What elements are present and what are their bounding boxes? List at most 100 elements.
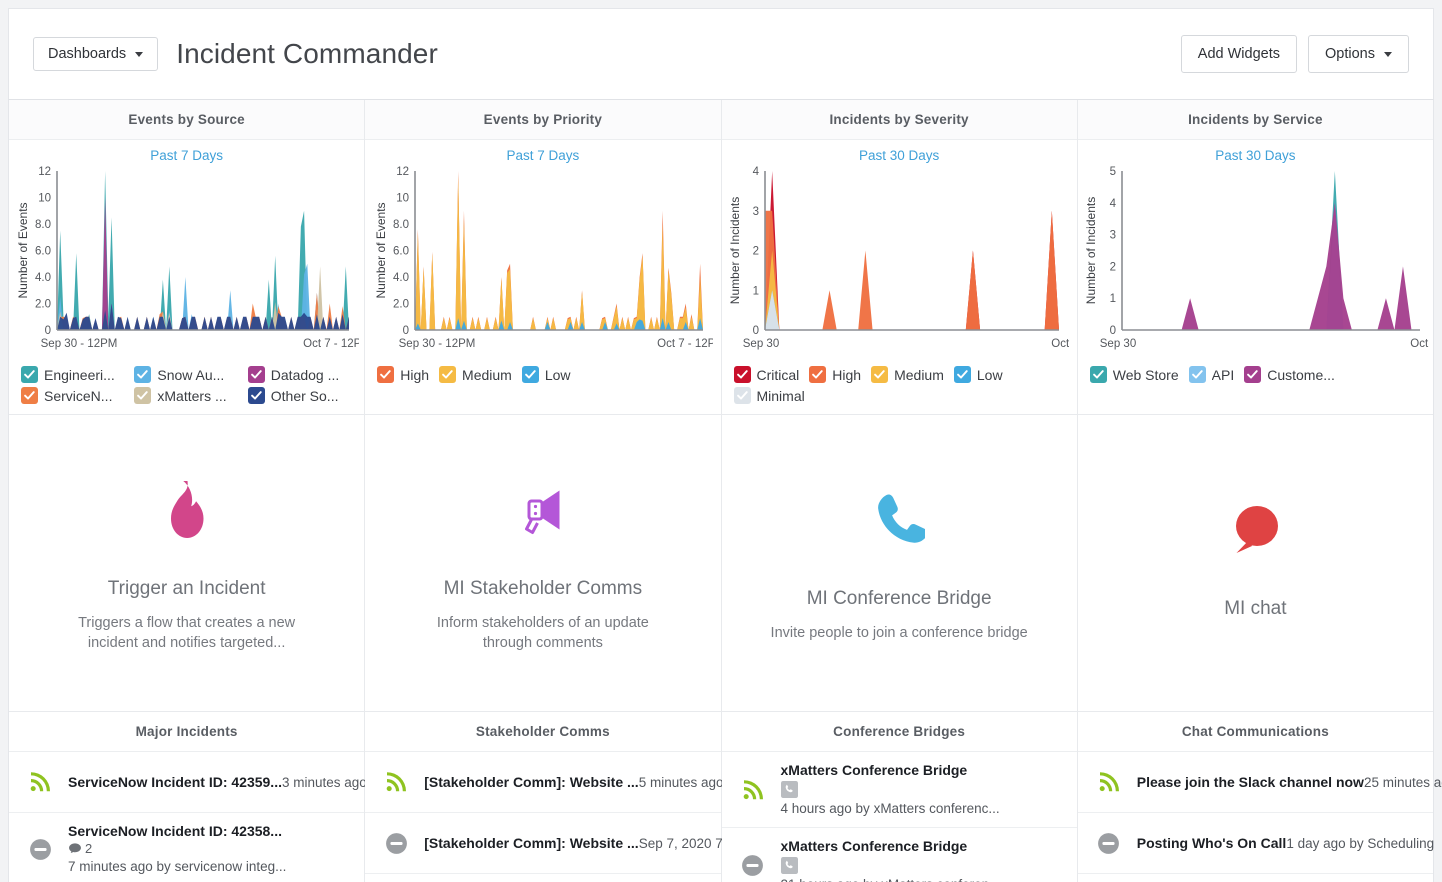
list-item-meta: 1 day ago by Scheduling — [1286, 836, 1434, 851]
legend-checkbox[interactable] — [954, 366, 971, 383]
svg-text:0: 0 — [1109, 325, 1115, 337]
svg-text:10: 10 — [38, 193, 51, 205]
legend-item-other-so[interactable]: Other So... — [248, 387, 351, 404]
megaphone-icon — [515, 474, 571, 548]
chart-events-by-source[interactable]: Number of Events02.04.06.08.01012Sep 30 … — [15, 163, 358, 358]
legend-checkbox[interactable] — [1244, 366, 1261, 383]
action-tile-description: Invite people to join a conference bridg… — [771, 623, 1028, 643]
legend-item-servicen[interactable]: ServiceN... — [21, 387, 124, 404]
top-bar-actions: Add Widgets Options — [1181, 35, 1409, 74]
legend-item-medium[interactable]: Medium — [439, 366, 512, 383]
list-item-title: Please join the Slack channel now — [1137, 774, 1364, 790]
options-dropdown-label: Options — [1325, 47, 1375, 62]
action-tile-cell: Trigger an IncidentTriggers a flow that … — [9, 415, 365, 712]
legend-label: API — [1212, 367, 1235, 383]
legend-item-engineeri[interactable]: Engineeri... — [21, 366, 124, 383]
list-item[interactable]: ServiceNow Incident ID: 42359...3 minute… — [9, 752, 364, 813]
add-widgets-button[interactable]: Add Widgets — [1181, 35, 1297, 74]
legend-checkbox[interactable] — [439, 366, 456, 383]
feed-cell: Chat CommunicationsPlease join the Slack… — [1078, 712, 1433, 882]
options-dropdown-button[interactable]: Options — [1308, 35, 1409, 74]
legend-label: High — [400, 367, 429, 383]
svg-text:3: 3 — [753, 206, 759, 218]
legend-item-critical[interactable]: Critical — [734, 366, 800, 383]
chart-incidents-by-service[interactable]: Number of Incidents012345Sep 30Oct 7 — [1084, 163, 1427, 358]
legend-checkbox[interactable] — [248, 387, 265, 404]
legend-item-low[interactable]: Low — [954, 366, 1003, 383]
legend-checkbox[interactable] — [134, 366, 151, 383]
flame-icon — [163, 474, 211, 548]
feed-cell: Conference BridgesxMatters Conference Br… — [722, 712, 1078, 882]
legend-checkbox[interactable] — [134, 387, 151, 404]
action-tile-mi-chat[interactable]: MI chat — [1078, 415, 1433, 711]
legend-item-web-store[interactable]: Web Store — [1090, 366, 1179, 383]
action-tile-mi-stakeholder-comms[interactable]: MI Stakeholder CommsInform stakeholders … — [365, 415, 720, 711]
legend-checkbox[interactable] — [248, 366, 265, 383]
legend-checkbox[interactable] — [21, 366, 38, 383]
chart-incidents-by-severity[interactable]: Number of Incidents01234Sep 30Oct 7 — [728, 163, 1071, 358]
legend-checkbox[interactable] — [734, 366, 751, 383]
widget-title: Events by Source — [9, 100, 364, 140]
feeds-row: Major IncidentsServiceNow Incident ID: 4… — [9, 712, 1433, 882]
legend-label: Datadog ... — [271, 367, 340, 383]
list-item-title: ServiceNow Incident ID: 42359... — [68, 774, 282, 790]
rss-icon — [738, 778, 768, 802]
chart-container: Past 30 Days Number of Incidents01234Sep… — [722, 140, 1077, 364]
legend-checkbox[interactable] — [734, 387, 751, 404]
svg-text:Sep 30 - 12PM: Sep 30 - 12PM — [41, 338, 118, 350]
legend-item-minimal[interactable]: Minimal — [734, 387, 805, 404]
widget-incidents-by-severity: Incidents by Severity Past 30 Days Numbe… — [722, 100, 1078, 415]
list-item[interactable]: xMatters Conference Bridge21 hours ago b… — [722, 828, 1077, 882]
action-tile-mi-conference-bridge[interactable]: MI Conference Bridge Invite people to joi… — [722, 415, 1077, 711]
action-tile-trigger-an-incident[interactable]: Trigger an IncidentTriggers a flow that … — [9, 415, 364, 711]
svg-text:1: 1 — [1109, 293, 1115, 305]
legend-item-low[interactable]: Low — [522, 366, 571, 383]
legend-item-custome[interactable]: Custome... — [1244, 366, 1335, 383]
legend-label: Low — [545, 367, 571, 383]
legend-item-high[interactable]: High — [377, 366, 429, 383]
legend-checkbox[interactable] — [871, 366, 888, 383]
rss-icon — [25, 770, 55, 794]
list-item[interactable]: Posting Who's On Call1 day ago by Schedu… — [1078, 813, 1433, 874]
action-tile-title: MI Conference Bridge — [807, 588, 992, 610]
svg-text:8.0: 8.0 — [393, 219, 409, 231]
legend-checkbox[interactable] — [522, 366, 539, 383]
legend-item-medium[interactable]: Medium — [871, 366, 944, 383]
legend-label: Minimal — [757, 388, 805, 404]
svg-text:2.0: 2.0 — [35, 299, 51, 311]
legend-item-snow-au[interactable]: Snow Au... — [134, 366, 237, 383]
list-item[interactable]: ServiceNow Incident ID: 42358...27 minut… — [9, 813, 364, 882]
list-item[interactable]: Please join the Slack channel now25 minu… — [1078, 752, 1433, 813]
widget-grid: Events by Source Past 7 Days Number of E… — [8, 100, 1434, 882]
legend-item-high[interactable]: High — [809, 366, 861, 383]
legend-checkbox[interactable] — [1189, 366, 1206, 383]
legend-checkbox[interactable] — [21, 387, 38, 404]
list-item[interactable]: [Stakeholder Comm]: Website ...5 minutes… — [365, 752, 720, 813]
legend-label: Custome... — [1267, 367, 1335, 383]
legend-label: Other So... — [271, 388, 339, 404]
list-item-title: xMatters Conference Bridge — [781, 762, 968, 778]
svg-text:6.0: 6.0 — [393, 246, 409, 258]
legend-checkbox[interactable] — [377, 366, 394, 383]
legend-item-xmatters[interactable]: xMatters ... — [134, 387, 237, 404]
legend-checkbox[interactable] — [809, 366, 826, 383]
svg-text:8.0: 8.0 — [35, 219, 51, 231]
chart-range-label: Past 7 Days — [15, 148, 358, 163]
chart-container: Past 7 Days Number of Events02.04.06.08.… — [9, 140, 364, 364]
legend-checkbox[interactable] — [1090, 366, 1107, 383]
list-item[interactable]: [Stakeholder Comm]: Website ...Sep 7, 20… — [365, 813, 720, 874]
chart-events-by-priority[interactable]: Number of Events02.04.06.08.01012Sep 30 … — [371, 163, 714, 358]
svg-text:Sep 30: Sep 30 — [743, 338, 779, 350]
dashboards-dropdown-button[interactable]: Dashboards — [33, 37, 158, 72]
legend-item-datadog[interactable]: Datadog ... — [248, 366, 351, 383]
action-tile-description: Inform stakeholders of an update through… — [413, 613, 673, 653]
svg-text:3: 3 — [1109, 230, 1115, 242]
legend-item-api[interactable]: API — [1189, 366, 1235, 383]
svg-text:Oct 7: Oct 7 — [1051, 338, 1069, 350]
legend-label: Medium — [462, 367, 512, 383]
list-item-title: [Stakeholder Comm]: Website ... — [424, 774, 638, 790]
chart-legend: Web Store API Custome... — [1078, 364, 1433, 393]
action-tile-description: Triggers a flow that creates a new incid… — [57, 613, 317, 653]
legend-label: Medium — [894, 367, 944, 383]
list-item[interactable]: xMatters Conference Bridge4 hours ago by… — [722, 752, 1077, 828]
